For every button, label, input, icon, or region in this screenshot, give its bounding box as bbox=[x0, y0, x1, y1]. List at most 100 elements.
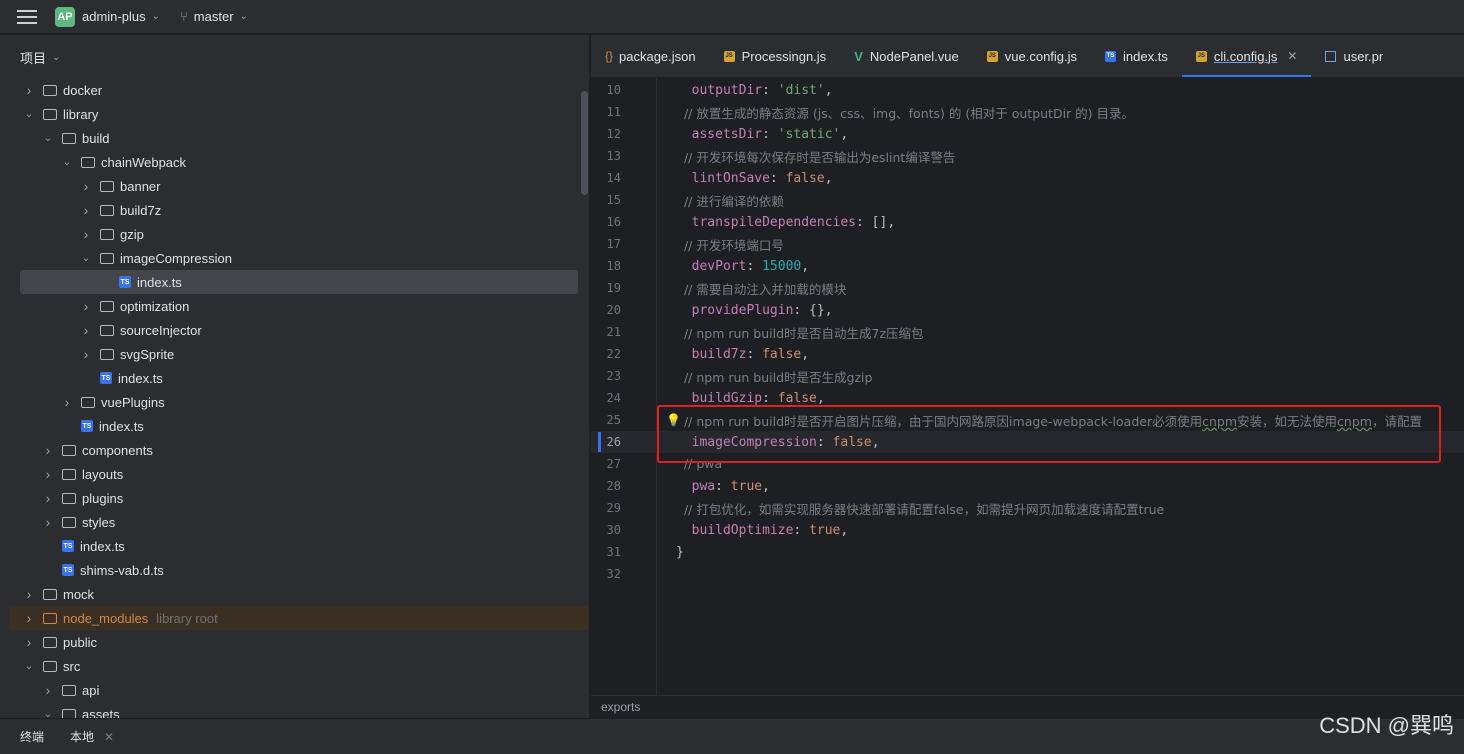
tab-nodepanel-vue[interactable]: V NodePanel.vue bbox=[840, 35, 973, 77]
chevron-right-icon[interactable]: › bbox=[23, 586, 35, 602]
tab-user-pr[interactable]: user.pr bbox=[1311, 35, 1397, 77]
branch-name[interactable]: master bbox=[194, 9, 234, 24]
code-token: , bbox=[762, 478, 770, 494]
chevron-right-icon[interactable]: › bbox=[80, 322, 92, 338]
project-badge[interactable]: AP bbox=[55, 6, 75, 27]
close-icon[interactable]: ✕ bbox=[104, 730, 114, 744]
code-line[interactable]: 31} bbox=[591, 541, 1464, 563]
code-editor[interactable]: 10 outputDir: 'dist', 11 // 放置生成的静态资源 (js… bbox=[591, 78, 1464, 695]
folder-icon bbox=[62, 516, 76, 528]
code-line[interactable]: 18 devPort: 15000, bbox=[591, 255, 1464, 277]
chevron-down-icon[interactable]: ⌄ bbox=[42, 133, 54, 144]
chevron-down-icon[interactable]: ⌄ bbox=[152, 11, 160, 22]
code-line[interactable]: 23 // npm run build时是否生成gzip bbox=[591, 365, 1464, 387]
code-line[interactable]: 21 // npm run build时是否自动生成7z压缩包 bbox=[591, 321, 1464, 343]
chevron-right-icon[interactable]: › bbox=[23, 634, 35, 650]
tree-item[interactable]: › sourceInjector bbox=[9, 318, 589, 342]
chevron-right-icon[interactable]: › bbox=[42, 442, 54, 458]
tree-item[interactable]: › styles bbox=[9, 510, 589, 534]
code-line[interactable]: 19 // 需要自动注入并加载的模块 bbox=[591, 277, 1464, 299]
tab-vue-config-js[interactable]: JS vue.config.js bbox=[973, 35, 1091, 77]
git-branch-icon[interactable]: ⑂ bbox=[180, 9, 188, 24]
tree-item[interactable]: ⌄ src bbox=[9, 654, 589, 678]
code-line[interactable]: 16 transpileDependencies: [], bbox=[591, 211, 1464, 233]
tab-index-ts[interactable]: TS index.ts bbox=[1091, 35, 1182, 77]
code-line[interactable]: 15 // 进行编译的依赖 bbox=[591, 189, 1464, 211]
tree-item-label: sourceInjector bbox=[120, 322, 202, 338]
tree-item[interactable]: TS index.ts bbox=[9, 414, 589, 438]
tree-scrollbar[interactable] bbox=[581, 91, 588, 195]
tree-item[interactable]: › mock bbox=[9, 582, 589, 606]
tree-item[interactable]: › banner bbox=[9, 174, 589, 198]
tree-item[interactable]: › gzip bbox=[9, 222, 589, 246]
tree-item-label: src bbox=[63, 658, 81, 674]
chevron-right-icon[interactable]: › bbox=[80, 346, 92, 362]
chevron-right-icon[interactable]: › bbox=[42, 514, 54, 530]
typescript-file-icon: TS bbox=[81, 420, 93, 432]
tree-item[interactable]: › components bbox=[9, 438, 589, 462]
tree-item[interactable]: › node_modules library root bbox=[9, 606, 589, 630]
chevron-right-icon[interactable]: › bbox=[61, 394, 73, 410]
tree-item[interactable]: › api bbox=[9, 678, 589, 702]
tree-item[interactable]: ⌄ chainWebpack bbox=[9, 150, 589, 174]
tree-item[interactable]: › plugins bbox=[9, 486, 589, 510]
close-icon[interactable]: ✕ bbox=[1287, 49, 1297, 63]
chevron-down-icon[interactable]: ⌄ bbox=[23, 109, 35, 120]
chevron-right-icon[interactable]: › bbox=[42, 466, 54, 482]
code-line[interactable]: 13 // 开发环境每次保存时是否输出为eslint编译警告 bbox=[591, 145, 1464, 167]
code-text: // 打包优化，如需实现服务器快速部署请配置false，如需提升网页加载速度请配… bbox=[676, 499, 1164, 518]
tree-item[interactable]: ⌄ library bbox=[9, 102, 589, 126]
chevron-right-icon[interactable]: › bbox=[80, 202, 92, 218]
tab-local-terminal[interactable]: 本地 bbox=[70, 728, 94, 745]
folder-icon bbox=[100, 324, 114, 336]
chevron-right-icon[interactable]: › bbox=[80, 178, 92, 194]
code-line[interactable]: 10 outputDir: 'dist', bbox=[591, 79, 1464, 101]
tree-item[interactable]: TS shims-vab.d.ts bbox=[9, 558, 589, 582]
tree-item[interactable]: TS index.ts bbox=[9, 270, 589, 294]
code-line[interactable]: 17 // 开发环境端口号 bbox=[591, 233, 1464, 255]
chevron-right-icon[interactable]: › bbox=[23, 610, 35, 626]
tab-processingn-js[interactable]: JS Processingn.js bbox=[710, 35, 841, 77]
chevron-right-icon[interactable]: › bbox=[42, 490, 54, 506]
tree-item[interactable]: › svgSprite bbox=[9, 342, 589, 366]
tree-item[interactable]: ⌄ assets bbox=[9, 702, 589, 719]
code-line[interactable]: 22 build7z: false, bbox=[591, 343, 1464, 365]
chevron-down-icon[interactable]: ⌄ bbox=[240, 11, 248, 22]
tree-item[interactable]: › build7z bbox=[9, 198, 589, 222]
project-name[interactable]: admin-plus bbox=[82, 9, 146, 24]
chevron-right-icon[interactable]: › bbox=[80, 226, 92, 242]
tree-item[interactable]: › layouts bbox=[9, 462, 589, 486]
tree-item[interactable]: › optimization bbox=[9, 294, 589, 318]
tab-cli-config-js[interactable]: JS cli.config.js ✕ bbox=[1181, 35, 1312, 77]
tree-item[interactable]: › vuePlugins bbox=[9, 390, 589, 414]
code-line[interactable]: 20 providePlugin: {}, bbox=[591, 299, 1464, 321]
code-token: , bbox=[824, 82, 833, 98]
terminal-title[interactable]: 终端 bbox=[20, 728, 44, 745]
chevron-down-icon[interactable]: ⌄ bbox=[23, 661, 35, 672]
tree-item[interactable]: TS index.ts bbox=[9, 366, 589, 390]
main-menu-icon[interactable] bbox=[17, 9, 37, 24]
code-line[interactable]: 12 assetsDir: 'static', bbox=[591, 123, 1464, 145]
code-line[interactable]: 29 // 打包优化，如需实现服务器快速部署请配置false，如需提升网页加载速… bbox=[591, 497, 1464, 519]
tree-item[interactable]: › docker bbox=[9, 78, 589, 102]
chevron-down-icon[interactable]: ⌄ bbox=[52, 52, 60, 63]
chevron-right-icon[interactable]: › bbox=[23, 82, 35, 98]
chevron-down-icon[interactable]: ⌄ bbox=[42, 709, 54, 719]
tree-item[interactable]: ⌄ imageCompression bbox=[9, 246, 589, 270]
chevron-down-icon[interactable]: ⌄ bbox=[61, 157, 73, 168]
code-line[interactable]: 30 buildOptimize: true, bbox=[591, 519, 1464, 541]
tab-package-json[interactable]: {} package.json bbox=[591, 35, 710, 77]
chevron-right-icon[interactable]: › bbox=[80, 298, 92, 314]
chevron-down-icon[interactable]: ⌄ bbox=[80, 253, 92, 264]
tab-label: user.pr bbox=[1343, 48, 1384, 64]
code-line[interactable]: 14 lintOnSave: false, bbox=[591, 167, 1464, 189]
code-line[interactable]: 11 // 放置生成的静态资源 (js、css、img、fonts) 的 (相对… bbox=[591, 101, 1464, 123]
code-line[interactable]: 32 bbox=[591, 563, 1464, 585]
project-panel-header[interactable]: 项目 ⌄ bbox=[9, 35, 589, 79]
chevron-right-icon[interactable]: › bbox=[42, 682, 54, 698]
tree-item[interactable]: ⌄ build bbox=[9, 126, 589, 150]
tab-label: index.ts bbox=[1123, 48, 1168, 64]
code-line[interactable]: 28 pwa: true, bbox=[591, 475, 1464, 497]
tree-item[interactable]: TS index.ts bbox=[9, 534, 589, 558]
tree-item[interactable]: › public bbox=[9, 630, 589, 654]
